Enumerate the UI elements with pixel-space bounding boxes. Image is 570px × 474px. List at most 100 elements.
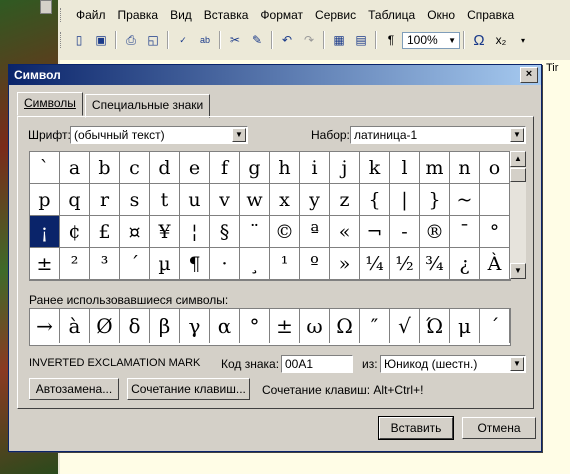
symbol-cell[interactable]: µ [150, 248, 180, 280]
symbol-cell[interactable]: © [270, 216, 300, 248]
close-button[interactable]: × [520, 67, 538, 83]
symbol-cell[interactable]: k [360, 152, 390, 184]
symbol-cell[interactable]: ½ [390, 248, 420, 280]
symbol-cell[interactable]: { [360, 184, 390, 216]
symbol-cell[interactable]: r [90, 184, 120, 216]
toolbar-options-icon[interactable]: ▾ [512, 30, 534, 50]
symbol-cell[interactable]: e [180, 152, 210, 184]
save-icon[interactable]: ▣ [90, 30, 112, 50]
shortcut-key-button[interactable]: Сочетание клавиш... [127, 378, 250, 400]
autocorrect-button[interactable]: Автозамена... [29, 378, 119, 400]
symbol-cell[interactable]: v [210, 184, 240, 216]
symbol-cell[interactable]: º [300, 248, 330, 280]
subset-select[interactable]: латиница-1 ▼ [350, 126, 526, 144]
symbol-cell[interactable]: ¿ [450, 248, 480, 280]
redo-icon[interactable]: ↷ [298, 30, 320, 50]
symbol-cell[interactable]: l [390, 152, 420, 184]
symbol-cell[interactable]: ¥ [150, 216, 180, 248]
symbol-cell[interactable]: ¬ [360, 216, 390, 248]
menu-tools[interactable]: Сервис [309, 8, 362, 22]
symbol-cell[interactable]: b [90, 152, 120, 184]
recent-symbol-cell[interactable]: Ω [330, 309, 360, 343]
subscript-icon[interactable]: x₂ [490, 30, 512, 50]
symbol-cell[interactable]: x [270, 184, 300, 216]
symbol-cell[interactable]: ¼ [360, 248, 390, 280]
recent-symbol-cell[interactable]: Ø [90, 309, 120, 343]
symbol-cell[interactable]: i [300, 152, 330, 184]
menu-insert[interactable]: Вставка [198, 8, 255, 22]
menu-format[interactable]: Формат [254, 8, 309, 22]
menu-view[interactable]: Вид [164, 8, 198, 22]
recent-symbol-cell[interactable]: δ [120, 309, 150, 343]
recent-symbol-cell[interactable]: γ [180, 309, 210, 343]
symbol-cell[interactable]: u [180, 184, 210, 216]
format-painter-icon[interactable]: ✎ [246, 30, 268, 50]
symbol-cell[interactable]: ¾ [420, 248, 450, 280]
symbol-cell[interactable]: f [210, 152, 240, 184]
symbol-cell[interactable]: ~ [450, 184, 480, 216]
symbol-cell[interactable]: § [210, 216, 240, 248]
recent-symbol-cell[interactable]: √ [390, 309, 420, 343]
new-document-icon[interactable]: ▯ [68, 30, 90, 50]
symbol-cell[interactable]: ± [30, 248, 60, 280]
show-formatting-icon[interactable]: ¶ [380, 30, 402, 50]
symbol-cell[interactable]: a [60, 152, 90, 184]
symbol-cell[interactable]: c [120, 152, 150, 184]
symbol-cell[interactable]: ¶ [180, 248, 210, 280]
symbol-cell[interactable]: · [210, 248, 240, 280]
chevron-down-icon[interactable]: ▼ [510, 128, 524, 142]
symbol-cell[interactable]: ® [420, 216, 450, 248]
symbol-cell[interactable]: - [390, 216, 420, 248]
symbol-cell[interactable]: h [270, 152, 300, 184]
insert-button[interactable]: Вставить [378, 416, 454, 440]
columns-icon[interactable]: ▤ [350, 30, 372, 50]
tab-symbols[interactable]: Символы [17, 92, 83, 116]
scroll-down-icon[interactable]: ▼ [510, 263, 526, 279]
menu-edit[interactable]: Правка [112, 8, 165, 22]
cancel-button[interactable]: Отмена [462, 417, 536, 439]
symbol-cell[interactable]: ´ [120, 248, 150, 280]
symbol-cell[interactable]: » [330, 248, 360, 280]
symbol-cell[interactable]: « [330, 216, 360, 248]
zoom-combo[interactable]: 100% ▼ [402, 31, 460, 49]
insert-table-icon[interactable]: ▦ [328, 30, 350, 50]
symbol-cell[interactable]: q [60, 184, 90, 216]
chevron-down-icon[interactable]: ▼ [232, 128, 246, 142]
symbol-cell[interactable]: o [480, 152, 510, 184]
symbol-cell[interactable]: ¸ [240, 248, 270, 280]
recent-symbol-cell[interactable]: μ [450, 309, 480, 343]
menu-table[interactable]: Таблица [362, 8, 421, 22]
omega-icon[interactable]: Ω [468, 30, 490, 50]
recent-symbol-cell[interactable]: ω [300, 309, 330, 343]
symbol-cell[interactable]: ³ [90, 248, 120, 280]
scroll-thumb[interactable] [510, 168, 526, 182]
symbol-grid-scrollbar[interactable]: ▲ ▼ [510, 151, 526, 279]
recent-symbol-cell[interactable]: à [60, 309, 90, 343]
recent-symbol-cell[interactable]: Ώ [420, 309, 450, 343]
symbol-cell[interactable]: À [480, 248, 510, 280]
undo-icon[interactable]: ↶ [276, 30, 298, 50]
print-icon[interactable]: ⎙ [120, 30, 142, 50]
symbol-cell[interactable]: s [120, 184, 150, 216]
cut-icon[interactable]: ✂ [224, 30, 246, 50]
symbol-cell[interactable]: £ [90, 216, 120, 248]
spelling-icon[interactable]: ✓ [172, 30, 194, 50]
recent-symbol-cell[interactable]: α [210, 309, 240, 343]
character-code-input[interactable]: 00A1 [281, 355, 353, 373]
scroll-up-icon[interactable]: ▲ [510, 151, 526, 167]
recent-symbol-cell[interactable]: ΄ [480, 309, 510, 343]
symbol-cell[interactable]: d [150, 152, 180, 184]
symbol-cell[interactable] [480, 184, 510, 216]
menu-window[interactable]: Окно [421, 8, 461, 22]
symbol-cell[interactable]: y [300, 184, 330, 216]
menu-file[interactable]: Файл [70, 8, 112, 22]
symbol-cell[interactable]: w [240, 184, 270, 216]
encoding-select[interactable]: Юникод (шестн.) ▼ [380, 355, 526, 373]
symbol-cell[interactable]: p [30, 184, 60, 216]
recent-symbol-cell[interactable]: → [30, 309, 60, 343]
symbol-cell[interactable]: ` [30, 152, 60, 184]
symbol-cell[interactable]: m [420, 152, 450, 184]
symbol-cell[interactable]: ¡ [30, 216, 60, 248]
symbol-cell[interactable]: ¢ [60, 216, 90, 248]
research-icon[interactable]: ab [194, 30, 216, 50]
